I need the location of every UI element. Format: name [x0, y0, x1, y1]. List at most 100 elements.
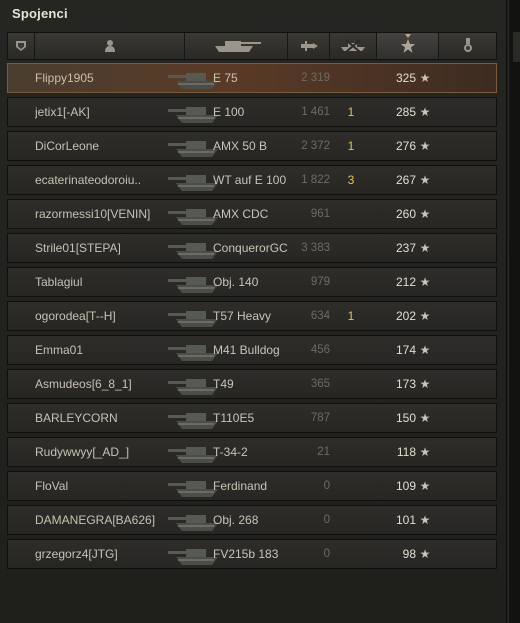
xp-star-icon: ★: [419, 309, 431, 323]
kills-value: [342, 336, 360, 364]
kills-value: [342, 540, 360, 568]
damage-value: 1 822: [301, 174, 330, 186]
xp-value: 260: [395, 207, 416, 221]
squad-shield-icon: [16, 41, 26, 51]
xp-star-icon: ★: [419, 241, 431, 255]
xp-value: 174: [395, 343, 416, 357]
player-row[interactable]: razormessi10[VENIN] AMX CDC 961 260 ★: [7, 199, 497, 229]
player-name: ecaterinateodoroiu..: [35, 173, 142, 187]
player-name: Tablagiul: [35, 275, 83, 289]
damage-value: 0: [323, 480, 330, 492]
xp-star-icon: ★: [419, 411, 431, 425]
xp-star-icon: ★: [419, 275, 431, 289]
player-name: BARLEYCORN: [35, 411, 118, 425]
xp-star-icon: ★: [419, 139, 431, 153]
kills-value: [342, 438, 360, 466]
player-row[interactable]: BARLEYCORN T110E5 787 150 ★: [7, 403, 497, 433]
player-name: Strile01[STEPA]: [35, 241, 121, 255]
xp-value: 98: [402, 547, 416, 561]
column-tank[interactable]: [185, 33, 288, 59]
damage-value: 0: [323, 514, 330, 526]
xp-value: 202: [395, 309, 416, 323]
damage-value: 979: [310, 276, 330, 288]
player-row[interactable]: DAMANEGRA[BA626] Obj. 268 0 101 ★: [7, 505, 497, 535]
xp-value: 237: [395, 241, 416, 255]
player-silhouette-icon: [104, 40, 115, 52]
player-row[interactable]: DiCorLeone AMX 50 B2 372 1 276 ★: [7, 131, 497, 161]
player-row[interactable]: Emma01 M41 Bulldog 456 174 ★: [7, 335, 497, 365]
damage-value: 21: [317, 446, 330, 458]
kills-value: [342, 370, 360, 398]
xp-value: 276: [395, 139, 416, 153]
xp-star-icon: ★: [419, 173, 431, 187]
enemy-header-edge: [513, 32, 520, 62]
player-row[interactable]: Strile01[STEPA] ConquerorGC 3 383 237 ★: [7, 233, 497, 263]
xp-value: 118: [396, 445, 416, 459]
xp-value: 101: [395, 513, 416, 527]
player-row[interactable]: Tablagiul Obj. 140 979 212 ★: [7, 267, 497, 297]
player-row[interactable]: grzegorz4[JTG] FV215b 183 0 98 ★: [7, 539, 497, 569]
damage-value: 0: [323, 548, 330, 560]
xp-value: 325: [395, 71, 416, 85]
allies-panel: Spojenci Flippy1905 E 75 2 319 325 ★ jet…: [0, 0, 507, 623]
kills-value: [342, 506, 360, 534]
destroyed-tanks-icon: [341, 39, 365, 53]
player-row[interactable]: ecaterinateodoroiu.. WT auf E 100 1 822 3 26…: [7, 165, 497, 195]
player-name: FloVal: [35, 479, 69, 493]
player-name: Emma01: [35, 343, 84, 357]
kills-value: [342, 472, 360, 500]
kills-value: 1: [347, 309, 355, 323]
damage-value: 787: [310, 412, 330, 424]
column-damage[interactable]: [288, 33, 330, 59]
xp-star-icon: ★: [419, 547, 431, 561]
tank-icon: [215, 41, 261, 52]
xp-star-icon: ★: [419, 377, 431, 391]
player-name: razormessi10[VENIN]: [35, 207, 151, 221]
player-name: Flippy1905: [35, 71, 94, 85]
kills-value: [342, 200, 360, 228]
player-row[interactable]: FloVal Ferdinand 0 109 ★: [7, 471, 497, 501]
player-name: DAMANEGRA[BA626]: [35, 513, 156, 527]
damage-value: 2 319: [301, 72, 330, 84]
sort-indicator-icon: [404, 34, 411, 38]
damage-value: 365: [310, 378, 330, 390]
column-xp[interactable]: [377, 33, 439, 59]
xp-star-icon: ★: [419, 343, 431, 357]
kills-value: 1: [347, 139, 355, 153]
kills-value: [342, 268, 360, 296]
damage-value: 3 383: [301, 242, 330, 254]
xp-value: 212: [395, 275, 416, 289]
kills-value: 1: [347, 105, 355, 119]
column-squad[interactable]: [8, 33, 35, 59]
xp-star-icon: ★: [419, 479, 431, 493]
column-kills[interactable]: [330, 33, 377, 59]
player-row[interactable]: Asmudeos[6_8_1] T49 365 173 ★: [7, 369, 497, 399]
column-header: [7, 32, 497, 60]
player-name: grzegorz4[JTG]: [35, 547, 118, 561]
medal-icon: [463, 38, 472, 52]
xp-star-icon: ★: [419, 207, 431, 221]
xp-value: 285: [395, 105, 416, 119]
kills-value: [342, 234, 360, 262]
damage-value: 1 461: [301, 106, 330, 118]
xp-star-icon: ★: [419, 445, 431, 459]
xp-value: 150: [395, 411, 416, 425]
damage-value: 456: [310, 344, 330, 356]
player-name: Rudywwyy[_AD_]: [35, 445, 130, 459]
player-name: jetix1[-AK]: [35, 105, 90, 119]
player-row[interactable]: Rudywwyy[_AD_] T-34-2 21 118 ★: [7, 437, 497, 467]
column-player[interactable]: [35, 33, 185, 59]
panel-title: Spojenci: [12, 6, 68, 21]
xp-value: 267: [395, 173, 416, 187]
player-row[interactable]: jetix1[-AK] E 100 1 461 1 285 ★: [7, 97, 497, 127]
player-row[interactable]: ogorodea[T--H] T57 Heavy 634 1 202 ★: [7, 301, 497, 331]
xp-value: 173: [395, 377, 416, 391]
damage-value: 2 372: [301, 140, 330, 152]
xp-star-icon: ★: [419, 71, 431, 85]
star-icon: [400, 39, 415, 53]
xp-star-icon: ★: [419, 513, 431, 527]
damage-value: 634: [310, 310, 330, 322]
player-row[interactable]: Flippy1905 E 75 2 319 325 ★: [7, 63, 497, 93]
column-medal[interactable]: [439, 33, 496, 59]
xp-value: 109: [395, 479, 416, 493]
